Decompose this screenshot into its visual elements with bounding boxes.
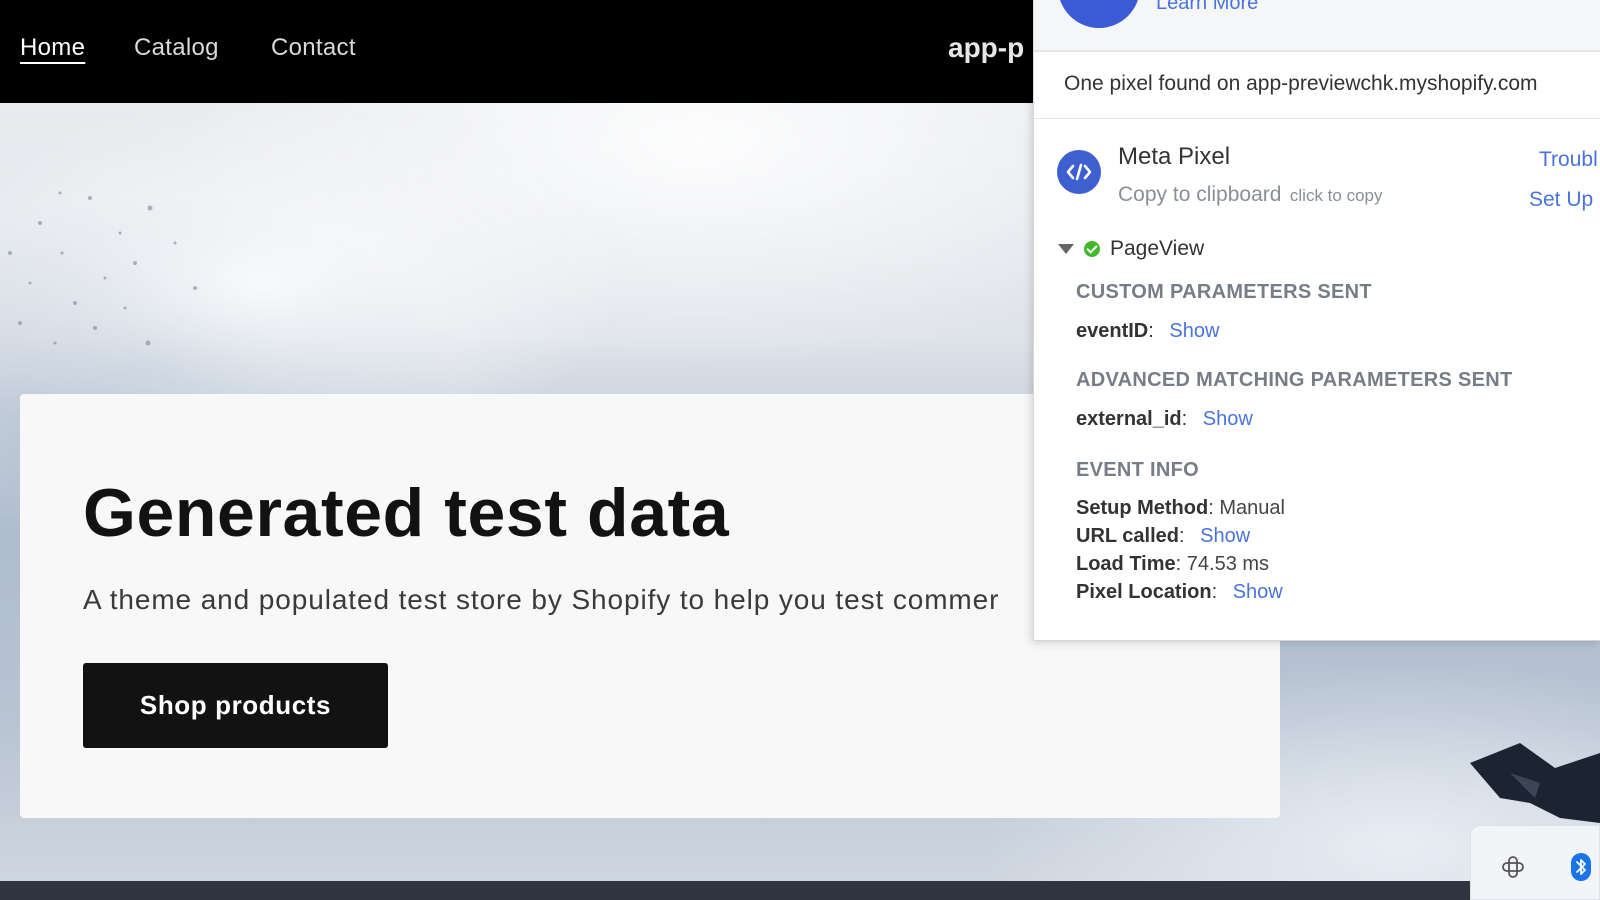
code-icon xyxy=(1057,150,1101,194)
pixel-found-summary: One pixel found on app-previewchk.myshop… xyxy=(1034,52,1600,119)
info-key: URL called xyxy=(1076,525,1179,547)
param-separator: : xyxy=(1148,320,1154,342)
snow-spray-decoration xyxy=(8,191,197,346)
popup-header: Learn More xyxy=(1034,0,1600,52)
info-pixel-location: Pixel Location: Show xyxy=(1076,581,1283,603)
copy-to-clipboard-link[interactable]: Copy to clipboard xyxy=(1118,183,1281,206)
nav-home-link[interactable]: Home xyxy=(20,34,85,62)
shop-products-button[interactable]: Shop products xyxy=(83,663,388,748)
pixel-name: Meta Pixel xyxy=(1118,143,1231,170)
event-toggle-pageview[interactable]: PageView xyxy=(1058,236,1204,262)
nav-contact-link[interactable]: Contact xyxy=(271,34,356,62)
copy-to-clipboard-row: Copy to clipboard click to copy xyxy=(1118,183,1382,207)
slack-icon[interactable] xyxy=(1498,852,1528,882)
info-url-called: URL called: Show xyxy=(1076,525,1251,547)
info-key: Pixel Location xyxy=(1076,581,1212,603)
banner-subtitle: A theme and populated test store by Shop… xyxy=(83,584,1000,615)
pixel-found-text: One pixel found on app-previewchk.myshop… xyxy=(1064,72,1538,95)
troubleshoot-link[interactable]: Troubl xyxy=(1539,148,1598,172)
event-name: PageView xyxy=(1110,237,1205,260)
info-value: 74.53 ms xyxy=(1186,553,1270,575)
event-info-title: EVENT INFO xyxy=(1076,459,1200,481)
banner-title: Generated test data xyxy=(83,475,730,551)
info-key: Load Time xyxy=(1076,553,1176,575)
system-tray xyxy=(1470,825,1600,900)
info-value: Manual xyxy=(1219,497,1285,519)
footer-strip xyxy=(0,881,1600,900)
advanced-params-title: ADVANCED MATCHING PARAMETERS SENT xyxy=(1076,369,1513,391)
pixel-helper-logo-icon xyxy=(1058,0,1140,28)
param-row-eventid: eventID: Show xyxy=(1076,320,1219,343)
learn-more-link[interactable]: Learn More xyxy=(1156,0,1258,15)
param-key: external_id xyxy=(1076,408,1182,430)
success-check-icon xyxy=(1084,241,1100,257)
show-external-id-link[interactable]: Show xyxy=(1203,408,1253,430)
copy-hint: click to copy xyxy=(1289,186,1383,205)
info-key: Setup Method xyxy=(1076,497,1209,519)
show-pixel-location-link[interactable]: Show xyxy=(1233,581,1283,603)
param-separator: : xyxy=(1181,408,1188,430)
param-row-external-id: external_id: Show xyxy=(1076,408,1253,431)
bluetooth-icon[interactable] xyxy=(1566,852,1596,882)
show-url-called-link[interactable]: Show xyxy=(1200,525,1250,547)
info-load-time: Load Time: 74.53 ms xyxy=(1076,553,1270,575)
nav-catalog-link[interactable]: Catalog xyxy=(134,34,219,62)
info-setup-method: Setup Method: Manual xyxy=(1076,497,1285,519)
param-key: eventID xyxy=(1076,320,1149,342)
set-up-link[interactable]: Set Up xyxy=(1529,188,1593,212)
pixel-helper-popup: Learn More One pixel found on app-previe… xyxy=(1033,0,1600,641)
store-name[interactable]: app-p xyxy=(948,32,1024,64)
custom-params-title: CUSTOM PARAMETERS SENT xyxy=(1076,281,1372,303)
caret-down-icon xyxy=(1058,244,1074,254)
show-eventid-link[interactable]: Show xyxy=(1169,320,1219,342)
